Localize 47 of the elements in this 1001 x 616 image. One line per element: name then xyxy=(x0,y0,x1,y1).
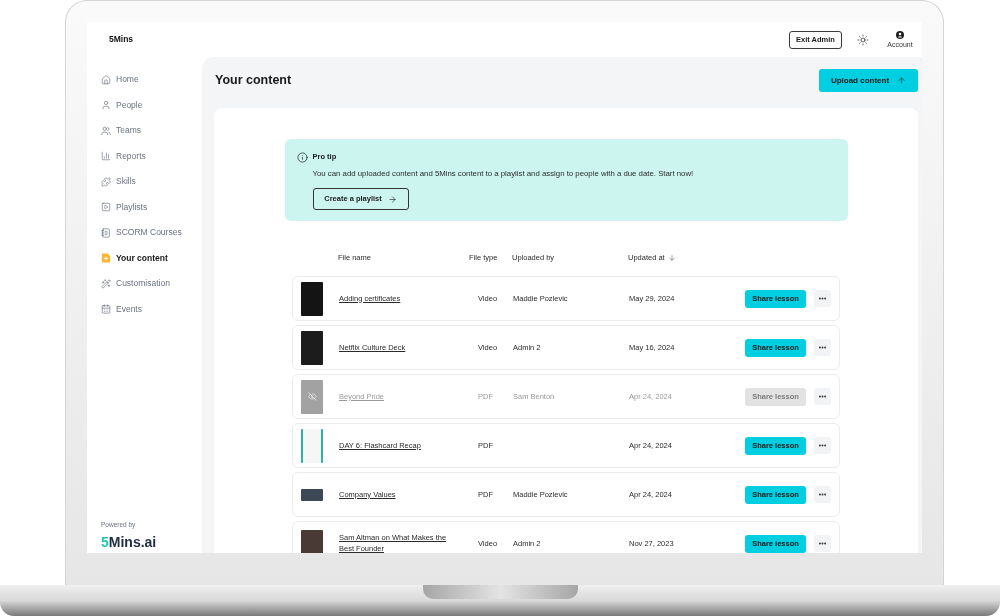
more-button[interactable] xyxy=(814,339,831,356)
thumbnail-placeholder xyxy=(301,428,323,463)
ellipsis-icon xyxy=(818,294,827,303)
play-square-icon xyxy=(101,202,111,213)
eye-slash-icon xyxy=(307,392,317,401)
sidebar-item[interactable]: Events xyxy=(101,296,202,322)
thumbnail-placeholder xyxy=(301,529,323,553)
ellipsis-icon xyxy=(818,392,827,401)
upload-content-button[interactable]: Upload content xyxy=(819,69,918,92)
sidebar-item[interactable]: Customisation xyxy=(101,271,202,297)
magic-wand-icon xyxy=(101,278,111,289)
brand-logo: 5Mins.ai xyxy=(101,534,158,550)
ellipsis-icon xyxy=(818,539,827,548)
notebook-icon xyxy=(101,227,111,238)
ellipsis-icon xyxy=(818,343,827,352)
more-button[interactable] xyxy=(814,290,831,307)
sidebar-item[interactable]: SCORM Courses xyxy=(101,220,202,246)
thumbnail-placeholder xyxy=(301,281,323,316)
sidebar-item[interactable]: Playlists xyxy=(101,194,202,220)
ellipsis-icon xyxy=(818,441,827,450)
page-title: Your content xyxy=(214,72,292,90)
more-button[interactable] xyxy=(814,486,831,503)
calendar-icon xyxy=(101,304,111,315)
thumbnail-placeholder xyxy=(301,488,323,501)
sort-down-icon[interactable] xyxy=(667,254,676,262)
info-icon xyxy=(296,151,308,163)
sidebar-item[interactable]: Skills xyxy=(101,169,202,195)
puzzle-icon xyxy=(101,176,111,187)
sidebar-item[interactable]: Home xyxy=(101,67,202,93)
home-icon xyxy=(101,74,111,85)
more-button[interactable] xyxy=(814,437,831,454)
more-button[interactable] xyxy=(814,535,831,552)
app-logo: 5Mins xyxy=(109,33,134,46)
bar-chart-icon xyxy=(101,151,111,162)
arrow-up-icon xyxy=(897,76,907,85)
arrow-right-icon xyxy=(387,194,397,204)
user-avatar-icon xyxy=(896,30,904,39)
sidebar-item[interactable]: Your content xyxy=(101,245,202,271)
sidebar-item[interactable]: Reports xyxy=(101,143,202,169)
person-icon xyxy=(101,100,111,111)
thumbnail-placeholder xyxy=(301,330,323,365)
people-icon xyxy=(101,125,111,136)
document-plus-icon xyxy=(101,253,111,264)
sidebar-item[interactable]: People xyxy=(101,92,202,118)
sidebar-item[interactable]: Teams xyxy=(101,118,202,144)
ellipsis-icon xyxy=(818,490,827,499)
sun-icon[interactable] xyxy=(857,33,869,46)
